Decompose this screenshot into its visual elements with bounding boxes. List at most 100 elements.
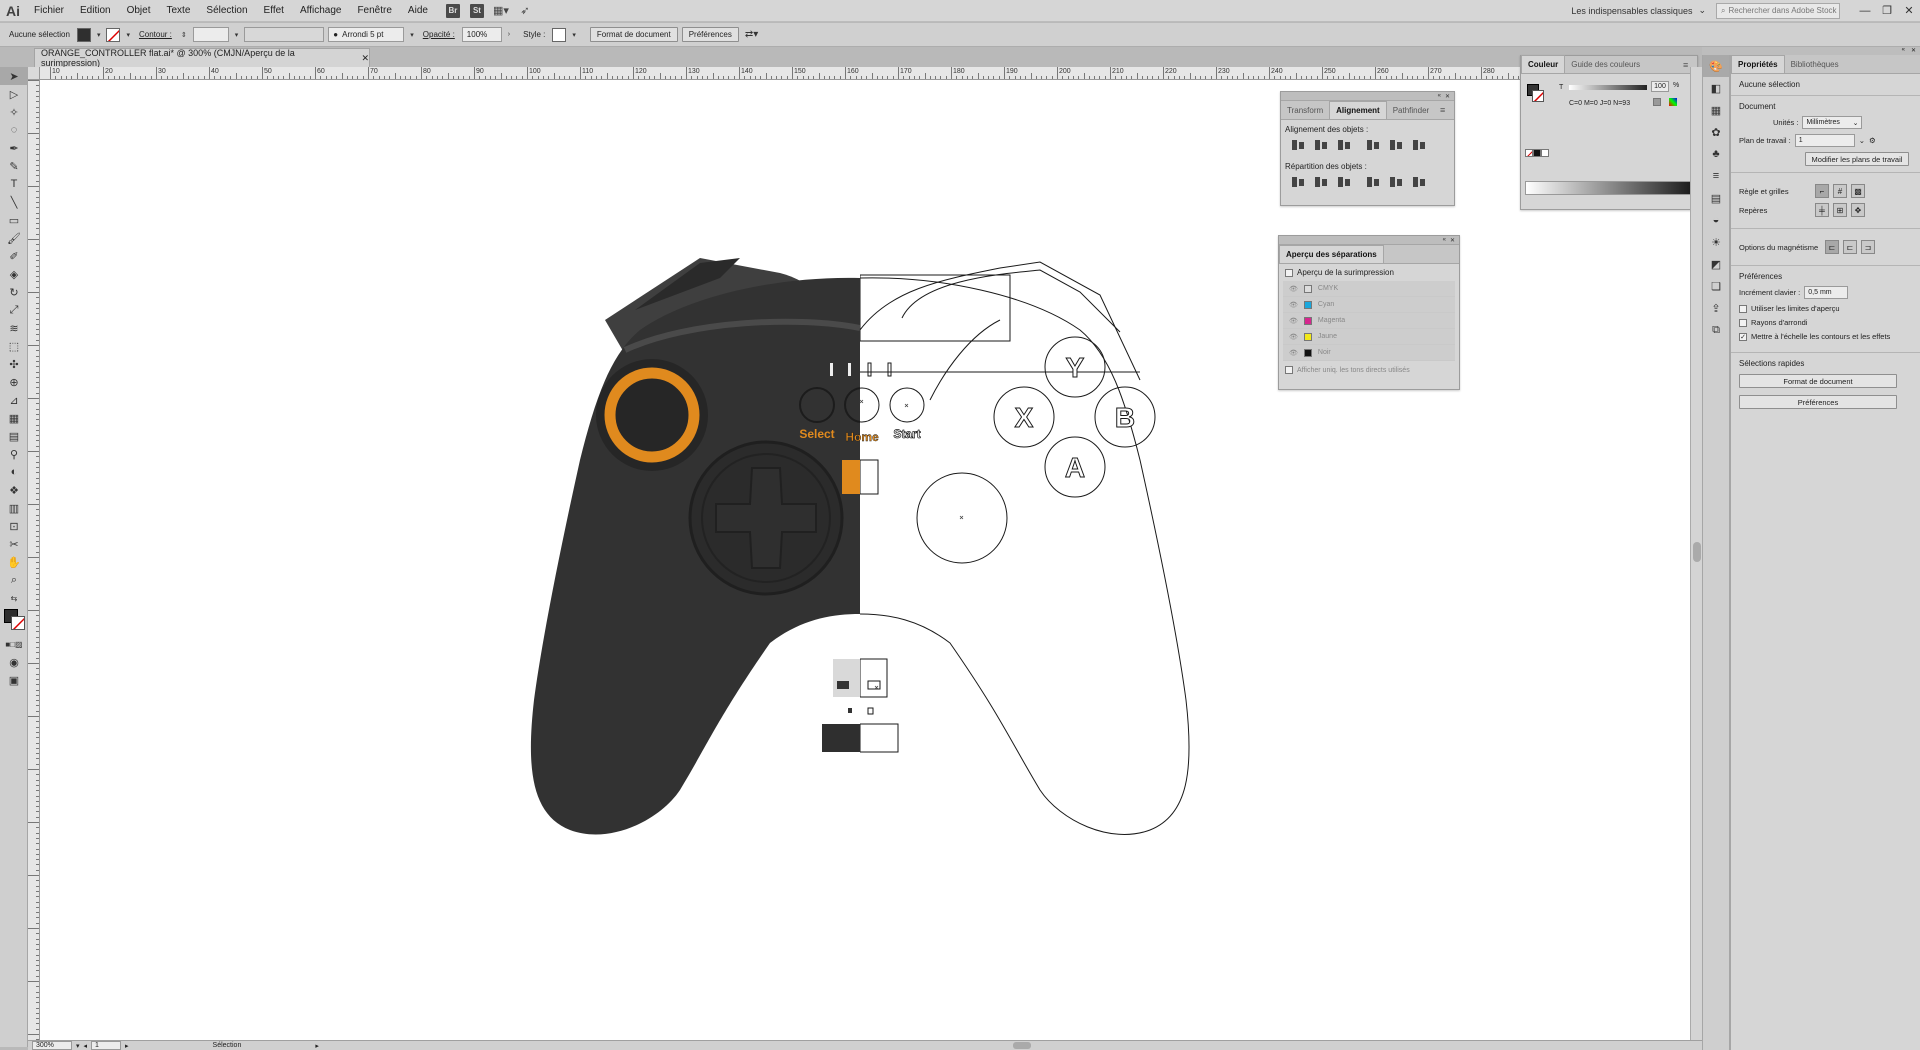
chevron-right-icon[interactable]: › [506,31,512,38]
snap-to-point-icon[interactable]: ⊏ [1825,240,1839,254]
artboards-icon[interactable]: ⧉ [1703,319,1729,341]
tint-slider[interactable] [1569,85,1647,90]
tab-separations[interactable]: Aperçu des séparations [1279,245,1384,263]
eye-icon[interactable]: 👁 [1289,333,1298,341]
lock-guides-icon[interactable]: ⊞ [1833,203,1847,217]
free-transform-tool-icon[interactable]: ⬚ [0,337,28,355]
stroke-weight-input[interactable] [192,27,229,42]
brush-definition[interactable]: ● Arrondi 5 pt [328,27,405,42]
lasso-tool-icon[interactable]: ◌ [0,121,28,139]
collapse-icon[interactable]: « [1443,237,1446,243]
quick-document-setup-button[interactable]: Format de document [1739,374,1897,388]
scrollbar-thumb[interactable] [1693,542,1701,562]
chevron-down-icon[interactable]: ▾ [233,31,241,39]
grid-toggle-icon[interactable]: # [1833,184,1847,198]
restore-button[interactable]: ❐ [1876,0,1898,22]
quick-preferences-button[interactable]: Préférences [1739,395,1897,409]
eye-icon[interactable]: 👁 [1289,301,1298,309]
column-graph-tool-icon[interactable]: ▥ [0,499,28,517]
puppet-warp-tool-icon[interactable]: ✣ [0,355,28,373]
prev-artboard-icon[interactable]: ◂ [84,1042,88,1050]
hand-tool-icon[interactable]: ✋ [0,553,28,571]
fill-stroke-proxy[interactable] [0,607,28,635]
gradient-panel-icon[interactable]: ▤ [1703,187,1729,209]
list-item[interactable]: 👁 CMYK [1283,281,1455,297]
panel-header[interactable]: «✕ [1279,236,1459,245]
artboard-number-input[interactable]: 1 [91,1041,122,1050]
graphic-style-swatch[interactable] [552,27,567,42]
layers-icon[interactable]: ❏ [1703,275,1729,297]
distribute-top-icon[interactable] [1291,176,1305,188]
document-setup-button[interactable]: Format de document [589,27,678,42]
chevron-down-icon[interactable]: ⌄ [1859,136,1865,145]
distribute-right-icon[interactable] [1412,176,1426,188]
menu-objet[interactable]: Objet [119,0,159,22]
gradient-tool-icon[interactable]: ▤ [0,427,28,445]
slice-tool-icon[interactable]: ✂ [0,535,28,553]
collapse-icon[interactable]: « [1902,47,1905,55]
chevron-down-icon[interactable]: ▾ [95,31,103,39]
color-guide-icon[interactable]: ◧ [1703,77,1729,99]
spot-colors-checkbox[interactable] [1285,366,1293,374]
workspace-switcher[interactable]: Les indispensables classiques ⌄ [1561,5,1716,16]
screen-mode-icon[interactable]: ▣ [0,671,28,689]
preview-bounds-checkbox[interactable] [1739,304,1747,313]
distribute-left-icon[interactable] [1366,176,1380,188]
stroke-panel-icon[interactable]: ≡ [1703,165,1729,187]
scale-tool-icon[interactable]: ⤢ [0,301,28,319]
collapse-icon[interactable]: « [1438,93,1441,99]
menu-fichier[interactable]: Fichier [26,0,72,22]
tab-proprietes[interactable]: Propriétés [1731,55,1785,73]
none-swatch[interactable] [1525,149,1533,157]
canvas-vertical-scrollbar[interactable] [1690,67,1702,1040]
tab-couleur[interactable]: Couleur [1521,55,1566,73]
pen-tool-icon[interactable]: ✒ [0,139,28,157]
symbols-icon[interactable]: ♣ [1703,143,1729,165]
menu-affichage[interactable]: Affichage [292,0,350,22]
type-tool-icon[interactable]: T [0,175,28,193]
selection-tool-icon[interactable]: ➤ [0,67,28,85]
stroke-swatch[interactable] [106,27,121,42]
tab-transform[interactable]: Transform [1281,101,1329,119]
stock-button[interactable]: St [469,3,484,18]
align-horizontal-center-icon[interactable] [1314,139,1328,151]
swap-fill-stroke-icon[interactable]: ⇆ [0,589,28,607]
artboard-select[interactable]: 1 [1794,134,1855,147]
graphic-styles-icon[interactable]: ◩ [1703,253,1729,275]
menu-fenetre[interactable]: Fenêtre [349,0,399,22]
preview-bounds-row[interactable]: Utiliser les limites d'aperçu [1739,304,1912,313]
tint-value-input[interactable]: 100 [1651,81,1669,92]
zoom-level-input[interactable]: 300% [32,1041,72,1050]
list-item[interactable]: 👁 Noir [1283,345,1455,361]
preferences-button[interactable]: Préférences [681,27,739,42]
distribute-vertical-center-icon[interactable] [1314,176,1328,188]
gpu-performance-icon[interactable]: ➶ [518,4,532,18]
shaper-tool-icon[interactable]: ✐ [0,247,28,265]
chevron-down-icon[interactable]: ▾ [124,31,132,39]
scale-corners-row[interactable]: Rayons d'arrondi [1739,318,1912,327]
align-vertical-center-icon[interactable] [1389,139,1403,151]
panel-menu-icon[interactable]: ≡ [1440,105,1454,115]
menu-aide[interactable]: Aide [400,0,436,22]
stock-search-input[interactable]: ⌕ Rechercher dans Adobe Stock [1716,2,1840,19]
stepper-icon[interactable]: ⇕ [179,31,189,39]
tab-pathfinder[interactable]: Pathfinder [1387,101,1435,119]
document-tab[interactable]: ORANGE_CONTROLLER flat.ai* @ 300% (CMJN/… [34,48,370,68]
list-item[interactable]: 👁 Magenta [1283,313,1455,329]
scale-strokes-checkbox[interactable]: ✓ [1739,332,1747,341]
align-left-icon[interactable] [1291,139,1305,151]
transparency-grid-icon[interactable]: ▩ [1851,184,1865,198]
tab-bibliotheques[interactable]: Bibliothèques [1785,55,1845,73]
menu-edition[interactable]: Edition [72,0,119,22]
fill-swatch[interactable] [76,27,91,42]
ruler-origin[interactable] [28,67,40,80]
paintbrush-tool-icon[interactable]: 🖌 [0,229,28,247]
menu-selection[interactable]: Sélection [198,0,255,22]
close-icon[interactable]: ✕ [1911,47,1916,55]
edit-artboards-button[interactable]: Modifier les plans de travail [1805,152,1909,166]
menu-effet[interactable]: Effet [256,0,292,22]
blend-tool-icon[interactable]: ◐ [0,463,28,481]
opacity-input[interactable]: 100% [461,27,502,42]
scale-corners-checkbox[interactable] [1739,318,1747,327]
overprint-preview-row[interactable]: Aperçu de la surimpression [1279,264,1459,281]
